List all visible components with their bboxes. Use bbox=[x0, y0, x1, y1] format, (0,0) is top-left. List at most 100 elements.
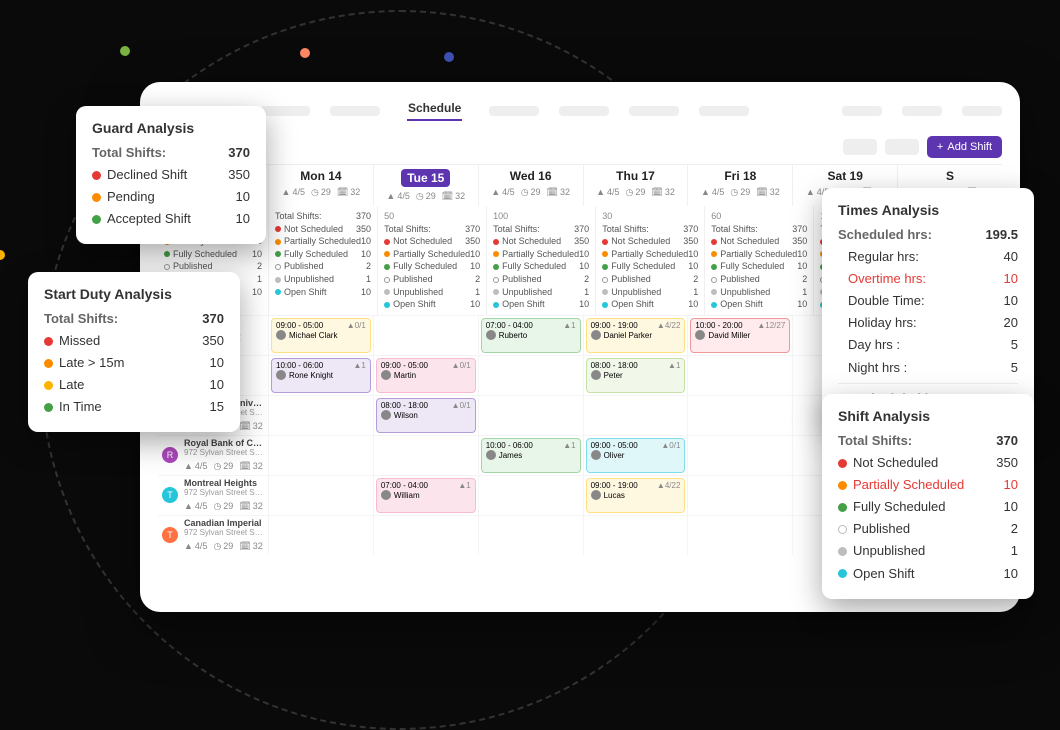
schedule-cell[interactable]: 08:00 - 18:00▲1 Peter bbox=[583, 356, 688, 395]
day-column-header[interactable]: Fri 18 4/52932 bbox=[687, 165, 792, 206]
schedule-cell[interactable] bbox=[583, 396, 688, 435]
guard-analysis-card: Guard Analysis Total Shifts:370 Declined… bbox=[76, 106, 266, 244]
schedule-cell[interactable] bbox=[268, 436, 373, 475]
day-stats: 50 Total Shifts:370 Not Scheduled350 Par… bbox=[377, 206, 486, 315]
shift-block[interactable]: 07:00 - 04:00▲1 William bbox=[376, 478, 476, 513]
schedule-cell[interactable]: 10:00 - 06:00▲1 Rone Knight bbox=[268, 356, 373, 395]
tab-schedule[interactable]: Schedule bbox=[400, 101, 469, 121]
schedule-cell[interactable] bbox=[687, 436, 792, 475]
schedule-cell[interactable] bbox=[268, 396, 373, 435]
schedule-cell[interactable] bbox=[268, 516, 373, 555]
analysis-row: Late10 bbox=[44, 374, 224, 396]
analysis-row: Fully Scheduled10 bbox=[838, 496, 1018, 518]
total-shifts-value: 370 bbox=[202, 308, 224, 330]
card-title: Times Analysis bbox=[838, 202, 1018, 218]
schedule-cell[interactable] bbox=[268, 476, 373, 515]
day-column-header[interactable]: Mon 14 4/52932 bbox=[268, 165, 373, 206]
day-stats: 30 Total Shifts:370 Not Scheduled350 Par… bbox=[595, 206, 704, 315]
placeholder bbox=[962, 106, 1002, 116]
shift-block[interactable]: 09:00 - 05:00▲0/1 Oliver bbox=[586, 438, 686, 473]
analysis-row: In Time15 bbox=[44, 396, 224, 418]
placeholder bbox=[843, 139, 877, 155]
schedule-cell[interactable] bbox=[373, 516, 478, 555]
analysis-row: Pending10 bbox=[92, 186, 250, 208]
shift-block[interactable]: 08:00 - 18:00▲0/1 Wilson bbox=[376, 398, 476, 433]
decorative-dot bbox=[120, 46, 130, 56]
schedule-cell[interactable]: 10:00 - 06:00▲1 James bbox=[478, 436, 583, 475]
total-shifts-label: Total Shifts: bbox=[92, 142, 166, 164]
shift-block[interactable]: 10:00 - 06:00▲1 James bbox=[481, 438, 581, 473]
analysis-row: Partially Scheduled10 bbox=[838, 474, 1018, 496]
placeholder bbox=[699, 106, 749, 116]
schedule-cell[interactable] bbox=[583, 516, 688, 555]
card-title: Shift Analysis bbox=[838, 408, 1018, 424]
placeholder bbox=[885, 139, 919, 155]
decorative-dot bbox=[0, 250, 5, 260]
schedule-cell[interactable] bbox=[478, 356, 583, 395]
placeholder bbox=[629, 106, 679, 116]
analysis-row: Late > 15m10 bbox=[44, 352, 224, 374]
shift-block[interactable]: 10:00 - 20:00▲12/27 David Miller bbox=[690, 318, 790, 353]
schedule-cell[interactable] bbox=[687, 516, 792, 555]
shift-block[interactable]: 08:00 - 18:00▲1 Peter bbox=[586, 358, 686, 393]
scheduled-hrs-label: Scheduled hrs: bbox=[838, 224, 932, 246]
analysis-row: Not Scheduled350 bbox=[838, 452, 1018, 474]
card-title: Start Duty Analysis bbox=[44, 286, 224, 302]
placeholder bbox=[489, 106, 539, 116]
schedule-cell[interactable]: 07:00 - 04:00▲1 Ruberto bbox=[478, 316, 583, 355]
schedule-cell[interactable]: 09:00 - 05:00▲0/1 Oliver bbox=[583, 436, 688, 475]
decorative-dot bbox=[444, 52, 454, 62]
schedule-cell[interactable] bbox=[478, 396, 583, 435]
schedule-cell[interactable]: 07:00 - 04:00▲1 William bbox=[373, 476, 478, 515]
analysis-row: Holiday hrs:20 bbox=[838, 312, 1018, 334]
schedule-cell[interactable] bbox=[373, 316, 478, 355]
placeholder bbox=[842, 106, 882, 116]
shift-analysis-card: Shift Analysis Total Shifts:370 Not Sche… bbox=[822, 394, 1034, 599]
times-analysis-card: Times Analysis Scheduled hrs: 199.5 Regul… bbox=[822, 188, 1034, 424]
schedule-cell[interactable] bbox=[478, 516, 583, 555]
schedule-cell[interactable]: 09:00 - 19:00▲4/22 Lucas bbox=[583, 476, 688, 515]
placeholder bbox=[902, 106, 942, 116]
schedule-cell[interactable]: 09:00 - 19:00▲4/22 Daniel Parker bbox=[583, 316, 688, 355]
total-shifts-value: 370 bbox=[228, 142, 250, 164]
shift-block[interactable]: 07:00 - 04:00▲1 Ruberto bbox=[481, 318, 581, 353]
start-duty-analysis-card: Start Duty Analysis Total Shifts:370 Mis… bbox=[28, 272, 240, 432]
scheduled-hrs-value: 199.5 bbox=[985, 224, 1018, 246]
analysis-row: Night hrs :5 bbox=[838, 357, 1018, 379]
total-shifts-label: Total Shifts: bbox=[44, 308, 118, 330]
schedule-cell[interactable]: 09:00 - 05:00▲0/1 Michael Clark bbox=[268, 316, 373, 355]
analysis-row: Regular hrs:40 bbox=[838, 246, 1018, 268]
day-stats: 100 Total Shifts:370 Not Scheduled350 Pa… bbox=[486, 206, 595, 315]
schedule-cell[interactable]: 10:00 - 20:00▲12/27 David Miller bbox=[687, 316, 792, 355]
analysis-row: Double Time:10 bbox=[838, 290, 1018, 312]
placeholder bbox=[330, 106, 380, 116]
placeholder bbox=[260, 106, 310, 116]
shift-block[interactable]: 09:00 - 05:00▲0/1 Martin bbox=[376, 358, 476, 393]
card-title: Guard Analysis bbox=[92, 120, 250, 136]
day-column-header[interactable]: Tue 15 4/52932 bbox=[373, 165, 478, 206]
day-stats: Total Shifts:370 Not Scheduled350 Partia… bbox=[268, 206, 377, 315]
schedule-cell[interactable] bbox=[687, 476, 792, 515]
day-column-header[interactable]: Thu 17 4/52932 bbox=[583, 165, 688, 206]
top-tabs: Schedule bbox=[158, 98, 1002, 124]
schedule-cell[interactable] bbox=[687, 356, 792, 395]
shift-block[interactable]: 10:00 - 06:00▲1 Rone Knight bbox=[271, 358, 371, 393]
shift-block[interactable]: 09:00 - 19:00▲4/22 Lucas bbox=[586, 478, 686, 513]
placeholder bbox=[559, 106, 609, 116]
schedule-cell[interactable] bbox=[687, 396, 792, 435]
day-column-header[interactable]: Wed 16 4/52932 bbox=[478, 165, 583, 206]
schedule-cell[interactable]: 09:00 - 05:00▲0/1 Martin bbox=[373, 356, 478, 395]
schedule-cell[interactable] bbox=[373, 436, 478, 475]
total-shifts-label: Total Shifts: bbox=[838, 430, 912, 452]
analysis-row: Unpublished1 bbox=[838, 540, 1018, 562]
site-label[interactable]: T Canadian Imperial972 Sylvan Street Sou… bbox=[158, 516, 268, 555]
shift-block[interactable]: 09:00 - 05:00▲0/1 Michael Clark bbox=[271, 318, 371, 353]
site-label[interactable]: R Royal Bank of Canada972 Sylvan Street … bbox=[158, 436, 268, 475]
site-label[interactable]: T Montreal Heights972 Sylvan Street Sout… bbox=[158, 476, 268, 515]
schedule-cell[interactable]: 08:00 - 18:00▲0/1 Wilson bbox=[373, 396, 478, 435]
analysis-row: Accepted Shift10 bbox=[92, 208, 250, 230]
schedule-cell[interactable] bbox=[478, 476, 583, 515]
shift-block[interactable]: 09:00 - 19:00▲4/22 Daniel Parker bbox=[586, 318, 686, 353]
sub-toolbar: Add Shift bbox=[158, 136, 1002, 158]
add-shift-button[interactable]: Add Shift bbox=[927, 136, 1002, 158]
